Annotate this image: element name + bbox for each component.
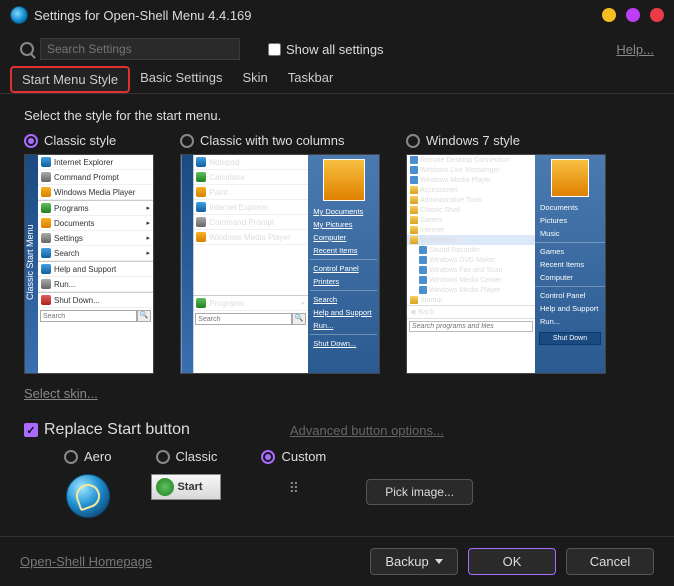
radio-aero[interactable] [64,450,78,464]
radio-two-columns[interactable] [180,134,194,148]
button-style-classic[interactable]: Classic Start [151,449,221,500]
preview-two-columns[interactable]: Notepad Calculator Paint Internet Explor… [180,154,380,374]
titlebar: Settings for Open-Shell Menu 4.4.169 [0,0,674,30]
homepage-link[interactable]: Open-Shell Homepage [20,554,152,569]
backup-button[interactable]: Backup [370,548,458,575]
replace-start-checkbox[interactable] [24,423,38,437]
button-styles: Aero Classic Start Custom ⠿ Pick image..… [24,439,650,518]
style-prompt: Select the style for the start menu. [24,108,650,123]
search-icon [20,42,34,56]
style-windows7[interactable]: Windows 7 style Remote Desktop Connectio… [406,133,606,374]
radio-windows7[interactable] [406,134,420,148]
replace-start-row: Replace Start button Advanced button opt… [24,421,650,439]
button-style-aero[interactable]: Aero [64,449,111,518]
maximize-button[interactable] [626,8,640,22]
preview-list: Internet Explorer Command Prompt Windows… [38,155,153,373]
button-style-custom[interactable]: Custom ⠿ [261,449,326,502]
toolbar: Show all settings Help... [0,30,674,66]
custom-preview-icon: ⠿ [280,474,308,502]
tab-start-menu-style[interactable]: Start Menu Style [10,66,130,93]
minimize-button[interactable] [602,8,616,22]
style-grid: Classic style Classic Start Menu Interne… [24,133,650,374]
footer: Open-Shell Homepage Backup OK Cancel [0,536,674,586]
preview-windows7[interactable]: Remote Desktop Connection Windows Live M… [406,154,606,374]
replace-start-label: Replace Start button [44,421,190,439]
classic-start-icon: Start [151,474,221,500]
search-input[interactable] [40,38,240,60]
window-controls [602,8,664,22]
tab-basic-settings[interactable]: Basic Settings [130,66,232,93]
advanced-button-options-link[interactable]: Advanced button options... [290,423,444,438]
ok-button[interactable]: OK [468,548,556,575]
radio-custom[interactable] [261,450,275,464]
help-link[interactable]: Help... [616,42,654,57]
cancel-button[interactable]: Cancel [566,548,654,575]
tabs: Start Menu Style Basic Settings Skin Tas… [0,66,674,94]
aero-orb-icon [66,474,110,518]
app-icon [10,6,28,24]
window-title: Settings for Open-Shell Menu 4.4.169 [34,8,252,23]
style-two-columns[interactable]: Classic with two columns Notepad Calcula… [180,133,380,374]
select-skin-link[interactable]: Select skin... [24,386,650,401]
show-all-checkbox[interactable]: Show all settings [268,42,384,57]
pick-image-button[interactable]: Pick image... [366,479,473,505]
show-all-check[interactable] [268,43,281,56]
close-button[interactable] [650,8,664,22]
tab-skin[interactable]: Skin [232,66,277,93]
preview-classic[interactable]: Classic Start Menu Internet Explorer Com… [24,154,154,374]
tab-taskbar[interactable]: Taskbar [278,66,344,93]
radio-classic[interactable] [24,134,38,148]
style-classic[interactable]: Classic style Classic Start Menu Interne… [24,133,154,374]
content: Select the style for the start menu. Cla… [0,94,674,518]
radio-classic-btn[interactable] [156,450,170,464]
